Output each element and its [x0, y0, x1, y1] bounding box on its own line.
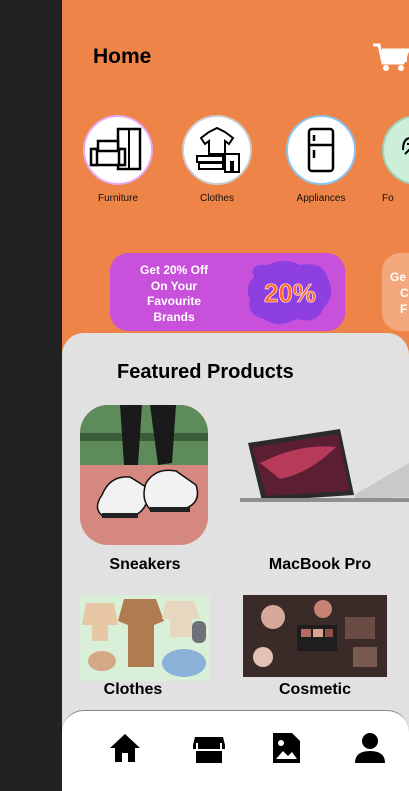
- discount-badge-text: 20%: [264, 278, 316, 308]
- promo-banner-secondary[interactable]: Ge C F: [382, 253, 409, 331]
- product-name: Clothes: [103, 681, 163, 698]
- category-label: Clothes: [200, 193, 234, 204]
- gallery-icon[interactable]: [270, 731, 304, 765]
- category-food[interactable]: Fo: [382, 115, 409, 204]
- armchair-cabinet-icon: [83, 115, 153, 185]
- discount-badge: 20%: [244, 259, 336, 327]
- category-appliances[interactable]: Appliances: [286, 115, 356, 204]
- macbook-photo[interactable]: [240, 423, 409, 503]
- promo-text: Get 20% Off On Your Favourite Brands: [139, 263, 208, 324]
- left-margin: [0, 0, 62, 791]
- cosmetics-photo[interactable]: [243, 595, 387, 677]
- product-name: Cosmetic: [278, 681, 352, 698]
- clothes-hanger-icon: [182, 115, 252, 185]
- phone-screen: Home Furniture Clothes Appliances Fo Get…: [62, 0, 409, 791]
- food-icon: [382, 115, 409, 185]
- product-name: Sneakers: [109, 556, 181, 573]
- profile-icon[interactable]: [353, 731, 387, 765]
- store-icon[interactable]: [192, 731, 226, 765]
- home-icon[interactable]: [108, 731, 142, 765]
- promo-banner[interactable]: Get 20% Off On Your Favourite Brands 20%: [110, 253, 345, 331]
- product-name: MacBook Pro: [268, 556, 372, 573]
- refrigerator-icon: [286, 115, 356, 185]
- page-title: Home: [93, 45, 152, 68]
- sneakers-photo[interactable]: [80, 405, 208, 545]
- cart-icon[interactable]: [373, 43, 409, 73]
- category-label: Appliances: [296, 193, 346, 204]
- category-label: Fo: [382, 193, 394, 204]
- category-clothes[interactable]: Clothes: [182, 115, 252, 204]
- category-furniture[interactable]: Furniture: [83, 115, 153, 204]
- category-label: Furniture: [97, 193, 138, 204]
- bottom-navigation: [62, 710, 409, 791]
- baby-clothes-photo[interactable]: [80, 595, 210, 681]
- promo-text: Ge C F: [390, 270, 409, 316]
- section-title: Featured Products: [117, 361, 294, 383]
